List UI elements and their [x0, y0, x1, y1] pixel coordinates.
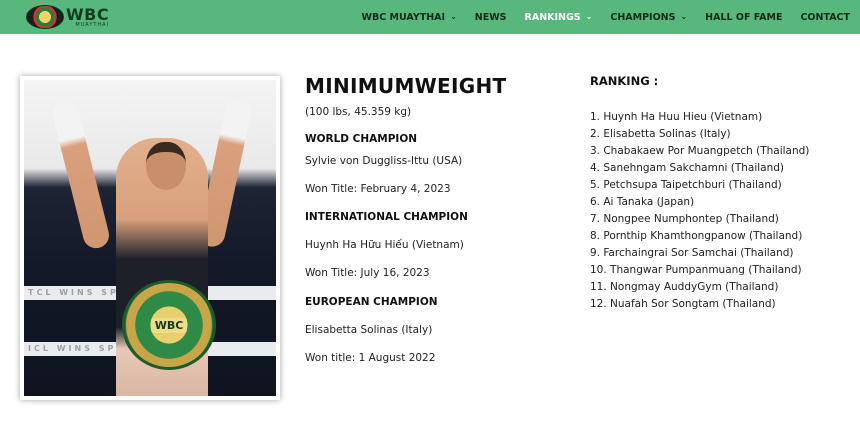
nav-item-label: CONTACT — [800, 11, 850, 23]
world-champion-heading: WORLD CHAMPION — [305, 133, 418, 145]
chevron-down-icon: ⌄ — [585, 11, 593, 21]
international-champion-name: Huynh Ha Hữu Hiếu (Vietnam) — [305, 239, 464, 251]
international-champion-heading: INTERNATIONAL CHAMPION — [305, 211, 468, 223]
nav-menu: WBC MUAYTHAI ⌄ NEWS RANKINGS ⌄ CHAMPIONS ⌄ … — [344, 0, 850, 34]
ranking-title: RANKING : — [590, 74, 659, 88]
european-champion-heading: EUROPEAN CHAMPION — [305, 296, 438, 308]
nav-item-champions[interactable]: CHAMPIONS ⌄ — [610, 12, 687, 23]
nav-item-contact[interactable]: CONTACT — [800, 12, 850, 23]
division-weight: (100 lbs, 45.359 kg) — [305, 106, 412, 118]
champion-photo-frame: TCL WINS SPE ICL WINS SPE WBC — [20, 76, 280, 400]
world-champion-name: Sylvie von Duggliss-Ittu (USA) — [305, 155, 463, 167]
world-champion-won: Won Title: February 4, 2023 — [305, 183, 451, 195]
logo-text-group: WBC MUAYTHAI — [66, 4, 110, 28]
nav-item-rankings[interactable]: RANKINGS ⌄ — [525, 12, 593, 23]
nav-item-label: CHAMPIONS — [610, 11, 676, 23]
chevron-down-icon: ⌄ — [450, 11, 457, 21]
top-navbar: WBC MUAYTHAI WBC MUAYTHAI ⌄ NEWS RANKINGS… — [0, 0, 860, 34]
european-champion-won: Won title: 1 August 2022 — [305, 352, 436, 364]
ranking-item: 11. Nongmay AuddyGym (Thailand) — [590, 281, 779, 293]
nav-item-news[interactable]: NEWS — [475, 12, 507, 23]
chevron-down-icon: ⌄ — [680, 11, 688, 21]
ranking-item: 1. Huynh Ha Huu Hieu (Vietnam) — [590, 111, 763, 123]
international-champion-won: Won Title: July 16, 2023 — [305, 267, 430, 279]
wbc-muaythai-logo[interactable]: WBC MUAYTHAI — [26, 5, 109, 29]
division-title: MINIMUMWEIGHT — [305, 74, 507, 98]
ranking-item: 5. Petchsupa Taipetchburi (Thailand) — [590, 179, 782, 191]
ranking-item: 4. Sanehngam Sakchamni (Thailand) — [590, 162, 785, 174]
logo-subtext: MUAYTHAI — [75, 21, 110, 28]
champion-photo: TCL WINS SPE ICL WINS SPE WBC — [24, 80, 276, 396]
ranking-item: 9. Farchaingrai Sor Samchai (Thailand) — [590, 247, 794, 259]
ranking-item: 12. Nuafah Sor Songtam (Thailand) — [590, 298, 776, 310]
ranking-item: 7. Nongpee Numphontep (Thailand) — [590, 213, 779, 225]
nav-item-label: NEWS — [474, 11, 507, 23]
nav-item-wbc-muaythai[interactable]: WBC MUAYTHAI ⌄ — [362, 12, 457, 23]
belt-label: WBC — [150, 317, 188, 333]
ranking-item: 3. Chabakaew Por Muangpetch (Thailand) — [590, 145, 810, 157]
logo-text: WBC — [66, 4, 110, 24]
fighter-arm-left — [50, 99, 112, 251]
logo-badge-icon — [26, 5, 64, 29]
ranking-item: 2. Elisabetta Solinas (Italy) — [590, 128, 731, 140]
ranking-item: 10. Thangwar Pumpanmuang (Thailand) — [590, 264, 802, 276]
nav-item-label: RANKINGS — [524, 11, 581, 23]
ranking-list: 1. Huynh Ha Huu Hieu (Vietnam) 2. Elisab… — [590, 109, 809, 313]
nav-item-label: HALL OF FAME — [705, 11, 783, 23]
championship-belt: WBC — [122, 280, 216, 370]
fighter-head — [146, 142, 186, 190]
ranking-item: 8. Pornthip Khamthongpanow (Thailand) — [590, 230, 803, 242]
nav-item-label: WBC MUAYTHAI — [361, 11, 446, 23]
ranking-item: 6. Ai Tanaka (Japan) — [590, 196, 695, 208]
european-champion-name: Elisabetta Solinas (Italy) — [305, 324, 433, 336]
nav-item-hall-of-fame[interactable]: HALL OF FAME — [705, 12, 782, 23]
